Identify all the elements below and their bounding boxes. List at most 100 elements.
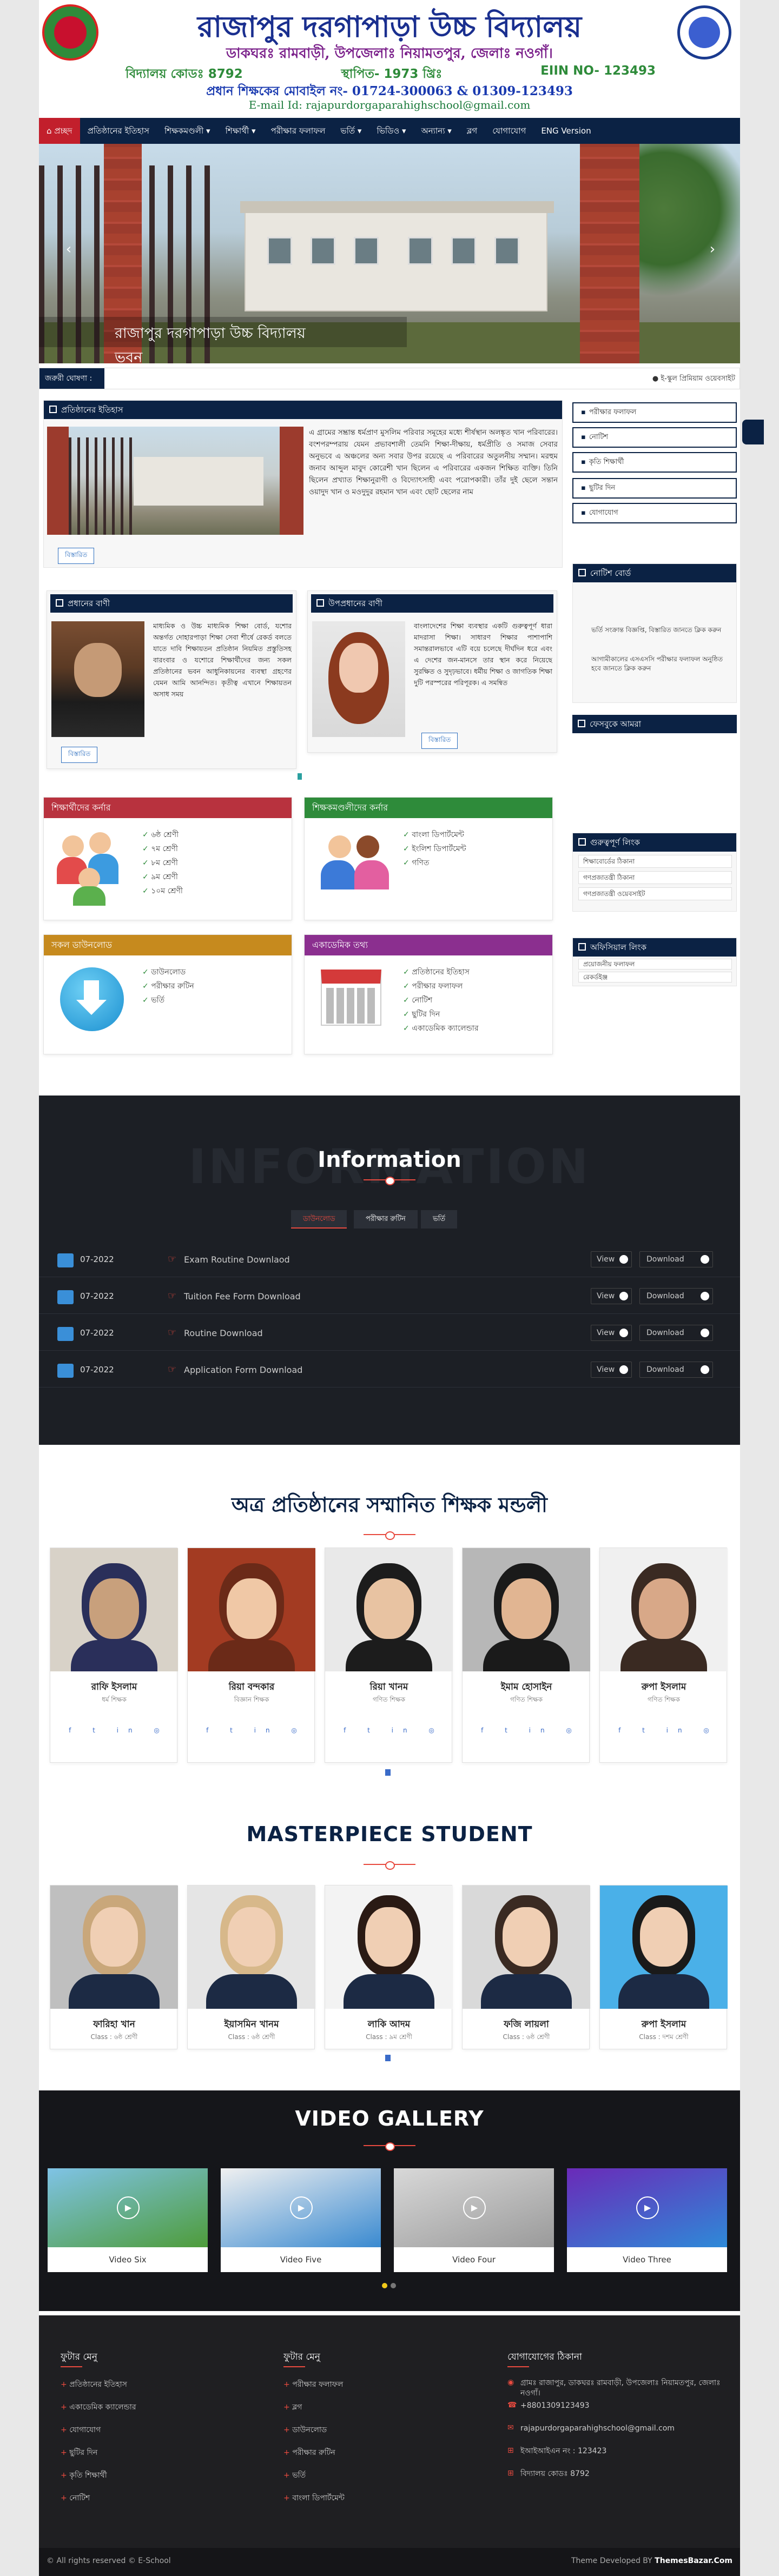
footer-link[interactable]: ব্লগ	[283, 2401, 302, 2414]
corner-link[interactable]: পরীক্ষার ফলাফল	[403, 979, 479, 993]
video-card[interactable]: ▶ Video Three	[567, 2168, 727, 2272]
corner-link[interactable]: ভর্তি	[142, 993, 194, 1007]
corner-link[interactable]: ৮ম শ্রেণী	[142, 856, 183, 870]
footer-link[interactable]: ডাউনলোড	[283, 2424, 327, 2436]
footer-link[interactable]: যোগাযোগ	[61, 2424, 101, 2436]
vice-speech-more-button[interactable]: বিস্তারিত	[421, 733, 458, 749]
info-title[interactable]: Application Form Download	[184, 1365, 302, 1375]
corner-link[interactable]: ইংলিশ ডিপার্টমেন্ট	[403, 842, 466, 856]
history-more-button[interactable]: বিস্তারিত	[58, 548, 95, 564]
footer-link[interactable]: ভর্তি	[283, 2469, 306, 2482]
students-pager[interactable]	[385, 2055, 391, 2061]
corner-link[interactable]: ৭ম শ্রেণী	[142, 842, 183, 856]
loader-dot	[298, 773, 302, 780]
corner-link[interactable]: একাডেমিক ক্যালেন্ডার	[403, 1021, 478, 1035]
teacher-social-links[interactable]: f t in ◎	[50, 1727, 178, 1734]
download-button[interactable]: Download	[639, 1251, 713, 1267]
video-title[interactable]: Video Four	[394, 2247, 554, 2272]
video-card[interactable]: ▶ Video Four	[394, 2168, 554, 2272]
view-button[interactable]: View	[591, 1288, 632, 1304]
view-button[interactable]: View	[591, 1325, 632, 1341]
nav-item[interactable]: ব্লগ	[459, 118, 485, 144]
corner-link[interactable]: বাংলা ডিপার্টমেন্ট	[403, 828, 466, 842]
nav-item[interactable]: পরীক্ষার ফলাফল	[263, 118, 333, 144]
footer-col2-title: ফুটার মেনু	[283, 2350, 320, 2367]
info-title[interactable]: Exam Routine Downlaod	[184, 1254, 290, 1265]
important-link[interactable]: গণপ্রজাতন্ত্রী ঠিকানা	[578, 871, 732, 884]
footer-link[interactable]: পরীক্ষার রুটিন	[283, 2446, 335, 2459]
video-dot[interactable]	[391, 2283, 396, 2288]
play-icon[interactable]: ▶	[463, 2196, 486, 2219]
footer-link[interactable]: নোটিশ	[61, 2492, 90, 2505]
teacher-social-links[interactable]: f t in ◎	[463, 1727, 590, 1734]
play-icon[interactable]: ▶	[117, 2196, 140, 2219]
footer-link[interactable]: পরীক্ষার ফলাফল	[283, 2378, 343, 2391]
official-link[interactable]: প্রয়োজনীয় ফলাফল	[578, 959, 732, 970]
info-tab[interactable]: ভর্তি	[421, 1210, 458, 1229]
info-title[interactable]: Routine Download	[184, 1328, 263, 1338]
site-footer: ফুটার মেনু ফুটার মেনু যোগাযোগের ঠিকানা প…	[39, 2315, 740, 2548]
important-link[interactable]: গণপ্রজাতন্ত্রী ওয়েবসাইট	[578, 887, 732, 900]
corner-link[interactable]: ৬ষ্ঠ শ্রেণী	[142, 828, 183, 842]
video-title[interactable]: Video Three	[567, 2247, 727, 2272]
head-speech-more-button[interactable]: বিস্তারিত	[61, 747, 98, 763]
important-link[interactable]: শিক্ষাবোর্ডের ঠিকানা	[578, 855, 732, 868]
corner-link[interactable]: ডাউনলোড	[142, 965, 194, 979]
footer-link[interactable]: প্রতিষ্ঠানের ইতিহাস	[61, 2378, 127, 2391]
nav-item[interactable]: অন্যান্য ▾	[414, 118, 459, 144]
corner-link[interactable]: ৯ম শ্রেণী	[142, 870, 183, 884]
corner-link[interactable]: প্রতিষ্ঠানের ইতিহাস	[403, 965, 479, 979]
teacher-social-links[interactable]: f t in ◎	[600, 1727, 728, 1734]
teachers-pager[interactable]	[385, 1769, 391, 1776]
nav-item[interactable]: শিক্ষার্থী ▾	[218, 118, 263, 144]
footer-link[interactable]: কৃতি শিক্ষার্থী	[61, 2469, 107, 2482]
sidebar-button[interactable]: ছুটির দিন	[572, 478, 737, 499]
download-button[interactable]: Download	[639, 1325, 713, 1341]
play-icon[interactable]: ▶	[636, 2196, 659, 2219]
video-title[interactable]: Video Five	[221, 2247, 381, 2272]
download-button[interactable]: Download	[639, 1362, 713, 1378]
info-title[interactable]: Tuition Fee Form Download	[184, 1291, 301, 1302]
footer-link[interactable]: একাডেমিক ক্যালেন্ডার	[61, 2401, 136, 2414]
corner-link[interactable]: ১০ম শ্রেণী	[142, 884, 183, 898]
view-label: View	[597, 1292, 615, 1300]
download-button[interactable]: Download	[639, 1288, 713, 1304]
nav-item[interactable]: ভর্তি ▾	[333, 118, 369, 144]
official-link[interactable]: রেকর্ডইঞ্জ	[578, 972, 732, 982]
slider-next-button[interactable]: ›	[704, 241, 721, 257]
nav-item[interactable]: ENG Version	[533, 118, 598, 144]
sidebar-button[interactable]: পরীক্ষার ফলাফল	[572, 402, 737, 423]
nav-item[interactable]: ভিডিও ▾	[369, 118, 413, 144]
corner-link[interactable]: গণিত	[403, 856, 466, 870]
developer-link[interactable]: ThemesBazar.Com	[655, 2557, 732, 2565]
sidebar-button[interactable]: যোগাযোগ	[572, 503, 737, 523]
view-button[interactable]: View	[591, 1362, 632, 1378]
teacher-social-links[interactable]: f t in ◎	[188, 1727, 315, 1734]
view-button[interactable]: View	[591, 1251, 632, 1267]
video-dot-active[interactable]	[382, 2283, 387, 2288]
teacher-social-links[interactable]: f t in ◎	[325, 1727, 453, 1734]
video-title[interactable]: Video Six	[48, 2247, 208, 2272]
play-icon[interactable]: ▶	[290, 2196, 313, 2219]
video-card[interactable]: ▶ Video Six	[48, 2168, 208, 2272]
side-toggle-button[interactable]	[742, 420, 764, 444]
nav-item[interactable]: প্রতিষ্ঠানের ইতিহাস	[80, 118, 157, 144]
sidebar-button[interactable]: নোটিশ	[572, 427, 737, 448]
student-card: ইয়াসমিন খানম Class : ৬ষ্ঠ শ্রেণী	[187, 1885, 315, 2049]
video-card[interactable]: ▶ Video Five	[221, 2168, 381, 2272]
notice-item[interactable]: আগামীকালের এসএসসি পরীক্ষার ফলাফল অনুষ্ঠি…	[591, 655, 727, 673]
nav-item[interactable]: যোগাযোগ	[485, 118, 533, 144]
nav-item[interactable]: ⌂ প্রচ্ছদ	[39, 118, 80, 144]
corner-link[interactable]: পরীক্ষার রুটিন	[142, 979, 194, 993]
info-tab[interactable]: ডাউনলোড	[291, 1210, 347, 1229]
corner-link[interactable]: নোটিশ	[403, 993, 479, 1007]
info-tab[interactable]: পরীক্ষার রুটিন	[354, 1210, 418, 1229]
footer-link[interactable]: ছুটির দিন	[61, 2446, 97, 2459]
nav-item[interactable]: শিক্ষকমণ্ডলী ▾	[157, 118, 218, 144]
notice-item[interactable]: ভর্তি সংক্রান্ত বিজ্ঞপ্তি, বিস্তারিত জান…	[591, 626, 727, 635]
footer-link[interactable]: বাংলা ডিপার্টমেন্ট	[283, 2492, 345, 2505]
marquee-text[interactable]: ● ই-স্কুল প্রিমিয়াম ওয়েবসাইট	[652, 374, 735, 385]
sidebar-button[interactable]: কৃতি শিক্ষার্থী	[572, 452, 737, 473]
corner-link[interactable]: ছুটির দিন	[403, 1007, 479, 1021]
slider-prev-button[interactable]: ‹	[61, 241, 77, 257]
